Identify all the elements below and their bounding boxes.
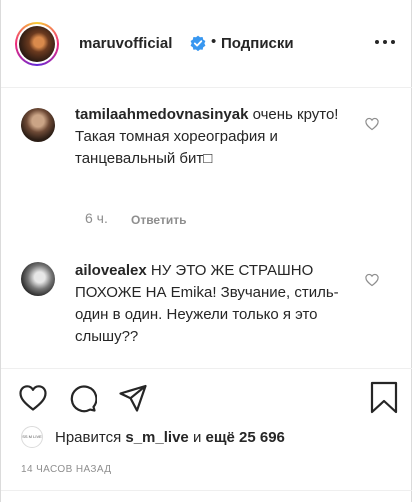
story-ring[interactable] [15, 22, 59, 66]
separator-dot: • [211, 33, 217, 50]
comment-username[interactable]: ailovealex [75, 262, 147, 279]
action-bar [1, 368, 412, 428]
comment-item: ailovealex НУ ЭТО ЖЕ СТРАШНО ПОХОЖЕ НА E… [75, 260, 365, 348]
likes-prefix: Нравится [55, 429, 122, 446]
divider [1, 490, 412, 491]
bookmark-icon[interactable] [369, 381, 399, 415]
following-button[interactable]: Подписки [221, 35, 294, 52]
post-username[interactable]: maruvofficial [79, 35, 172, 52]
post-panel: maruvofficial • Подписки tamilaahmedovna… [0, 0, 412, 502]
liker-avatar[interactable]: SS M LIVE [21, 426, 43, 448]
likes-summary: Нравится s_m_live и ещё 25 696 [55, 429, 285, 446]
comment-bubble-icon[interactable] [67, 383, 97, 413]
share-icon[interactable] [118, 383, 148, 413]
comment-avatar[interactable] [21, 262, 55, 296]
comment-time: 6 ч. [85, 210, 108, 226]
post-timestamp[interactable]: 14 ЧАСОВ НАЗАД [21, 464, 111, 475]
likes-count[interactable]: ещё 25 696 [206, 429, 285, 446]
more-options-icon[interactable] [375, 40, 395, 46]
comment-avatar[interactable] [21, 108, 55, 142]
comment-item: tamilaahmedovnasinyak очень круто! Такая… [75, 104, 365, 170]
like-heart-icon[interactable] [18, 383, 48, 413]
reply-button[interactable]: Ответить [131, 213, 186, 227]
likes-conjunction: и [192, 429, 202, 446]
verified-badge-icon [190, 35, 206, 51]
avatar [19, 26, 55, 62]
liker-username[interactable]: s_m_live [125, 429, 188, 446]
comment-username[interactable]: tamilaahmedovnasinyak [75, 106, 248, 123]
comment-heart-icon[interactable] [365, 117, 379, 131]
post-header: maruvofficial • Подписки [1, 0, 412, 88]
comment-heart-icon[interactable] [365, 273, 379, 287]
